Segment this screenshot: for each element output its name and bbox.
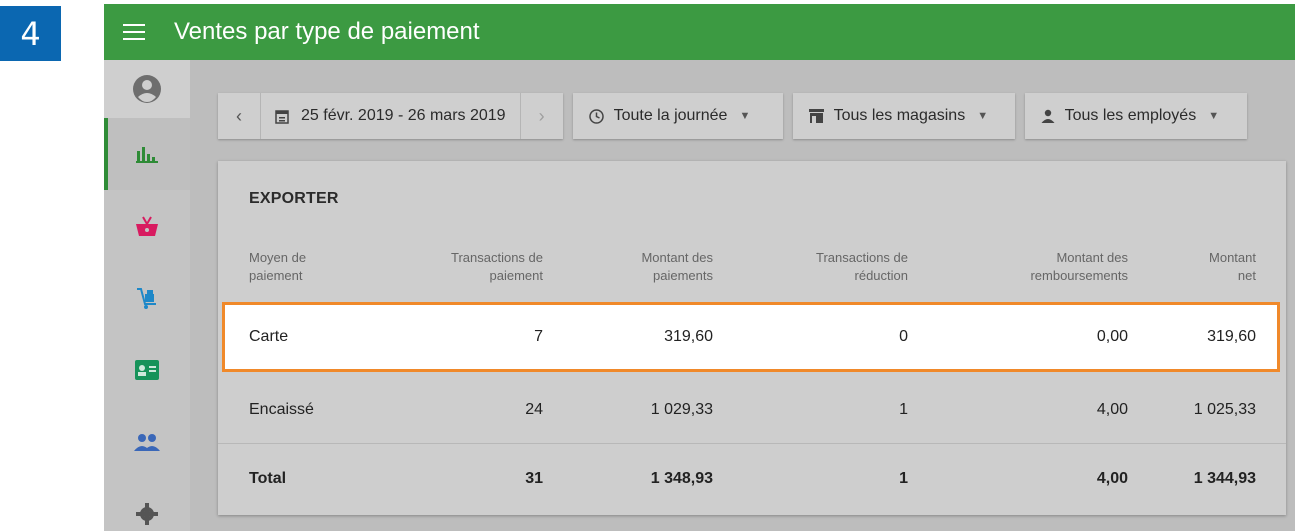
calendar-icon (275, 109, 289, 124)
sidebar-item-employees[interactable] (104, 406, 190, 478)
cell-transactions: 7 (534, 328, 543, 345)
export-button[interactable]: EXPORTER (249, 190, 339, 208)
cell-method: Encaissé (249, 401, 314, 418)
page-title: Ventes par type de paiement (174, 18, 480, 45)
caret-down-icon: ▼ (1208, 110, 1220, 122)
account-circle-icon[interactable] (104, 60, 190, 118)
sidebar-item-inventory[interactable] (104, 262, 190, 334)
cell-net: 1 344,93 (1193, 469, 1256, 487)
date-range-label: 25 févr. 2019 - 26 mars 2019 (301, 107, 506, 124)
table-row[interactable]: Carte 7 319,60 0 0,00 319,60 (222, 302, 1280, 372)
cell-discount-transactions: 0 (899, 328, 908, 345)
employee-filter-dropdown[interactable]: Tous les employés ▼ (1024, 93, 1247, 139)
cell-method: Carte (249, 328, 289, 345)
table-row-total: Total 31 1 348,93 1 4,00 1 344,93 (218, 443, 1286, 513)
cell-refunds: 4,00 (1096, 469, 1128, 487)
cell-discount-transactions: 1 (899, 401, 908, 418)
person-icon (1041, 109, 1055, 123)
column-header-refunds: Montant des remboursements (958, 249, 1128, 285)
sidebar-item-settings[interactable] (104, 478, 190, 531)
cell-transactions: 24 (525, 401, 543, 418)
column-header-line: Transactions de (450, 250, 543, 265)
inventory-icon (135, 286, 159, 310)
column-header-line: Montant (1209, 250, 1256, 265)
filter-bar: ‹ 25 févr. 2019 - 26 mars 2019 › Toute l… (218, 93, 1247, 139)
cell-amount: 1 029,33 (650, 401, 713, 418)
column-header-line: Montant des (1056, 250, 1128, 265)
cell-refunds: 4,00 (1096, 401, 1128, 418)
sidebar-item-customers[interactable] (104, 334, 190, 406)
date-range-picker: ‹ 25 févr. 2019 - 26 mars 2019 › (218, 93, 563, 139)
store-filter-label: Tous les magasins (833, 107, 966, 124)
next-period-button[interactable]: › (521, 93, 563, 139)
table-header: Moyen de paiement Transactions de paieme… (218, 249, 1286, 305)
store-filter-dropdown[interactable]: Tous les magasins ▼ (792, 93, 1015, 139)
column-header-line: réduction (854, 268, 908, 283)
customer-card-icon (135, 360, 159, 380)
cell-discount-transactions: 1 (899, 469, 908, 487)
previous-period-button[interactable]: ‹ (218, 93, 260, 139)
cell-transactions: 31 (525, 469, 543, 487)
report-card: EXPORTER Moyen de paiement Transactions … (218, 161, 1286, 515)
column-header-line: Moyen de (249, 250, 307, 265)
column-header-line: paiement (249, 268, 303, 283)
chevron-left-icon: ‹ (236, 105, 242, 126)
sidebar-item-sales[interactable] (104, 190, 190, 262)
column-header-amount: Montant des paiements (578, 249, 713, 285)
column-header-discount-transactions: Transactions de réduction (758, 249, 908, 285)
settings-icon (136, 503, 158, 525)
sidebar (104, 60, 190, 531)
cell-method: Total (249, 469, 287, 487)
column-header-line: remboursements (1030, 268, 1128, 283)
column-header-method: Moyen de paiement (249, 249, 369, 285)
bar-chart-icon (136, 145, 158, 163)
caret-down-icon: ▼ (739, 110, 751, 122)
basket-icon (135, 215, 159, 237)
cell-refunds: 0,00 (1096, 328, 1128, 345)
cell-net: 319,60 (1207, 328, 1256, 345)
cell-net: 1 025,33 (1193, 401, 1256, 418)
employee-filter-label: Tous les employés (1064, 107, 1197, 124)
menu-icon[interactable] (104, 4, 164, 60)
date-range-button[interactable]: 25 févr. 2019 - 26 mars 2019 (260, 93, 521, 139)
caret-down-icon: ▼ (977, 110, 989, 122)
app-window: Ventes par type de paiement ‹ 25 févr. 2… (104, 4, 1295, 531)
employees-icon (134, 433, 160, 451)
column-header-line: paiements (653, 268, 713, 283)
column-header-line: Montant des (641, 250, 713, 265)
column-header-line: paiement (489, 268, 543, 283)
column-header-transactions: Transactions de paiement (398, 249, 543, 285)
top-bar: Ventes par type de paiement (104, 4, 1295, 60)
sidebar-item-reports[interactable] (104, 118, 190, 190)
time-filter-label: Toute la journée (613, 107, 728, 124)
step-badge: 4 (0, 6, 61, 61)
chevron-right-icon: › (538, 105, 545, 126)
column-header-line: Transactions de (815, 250, 908, 265)
store-icon (808, 109, 824, 123)
main-content: ‹ 25 févr. 2019 - 26 mars 2019 › Toute l… (190, 60, 1295, 531)
column-header-line: net (1237, 268, 1256, 283)
cell-amount: 319,60 (664, 328, 713, 345)
clock-icon (588, 108, 604, 124)
time-filter-dropdown[interactable]: Toute la journée ▼ (572, 93, 783, 139)
cell-amount: 1 348,93 (650, 469, 713, 487)
table-row[interactable]: Encaissé 24 1 029,33 1 4,00 1 025,33 (218, 375, 1286, 445)
column-header-net: Montant net (1168, 249, 1256, 285)
